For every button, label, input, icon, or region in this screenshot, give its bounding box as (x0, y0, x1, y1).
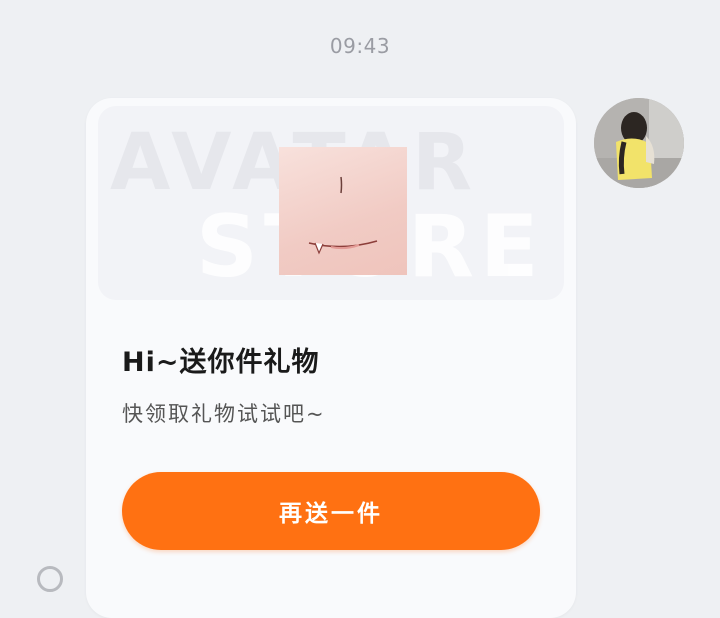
face-sticker-icon (308, 176, 378, 255)
radio-unchecked-icon[interactable] (37, 566, 63, 592)
avatar-photo-icon (594, 98, 684, 188)
gift-message-card[interactable]: AVATAR STORE Hi~送你件礼物 快领取礼物试试吧~ 再送一件 (86, 98, 576, 618)
gift-card-subtitle: 快领取礼物试试吧~ (122, 402, 326, 426)
user-avatar[interactable] (594, 98, 684, 188)
gift-card-title: Hi~送你件礼物 (122, 347, 320, 378)
gift-banner: AVATAR STORE (98, 106, 564, 300)
gift-product-image (279, 147, 407, 275)
send-another-gift-button[interactable]: 再送一件 (122, 472, 540, 550)
chat-timestamp: 09:43 (329, 34, 391, 58)
